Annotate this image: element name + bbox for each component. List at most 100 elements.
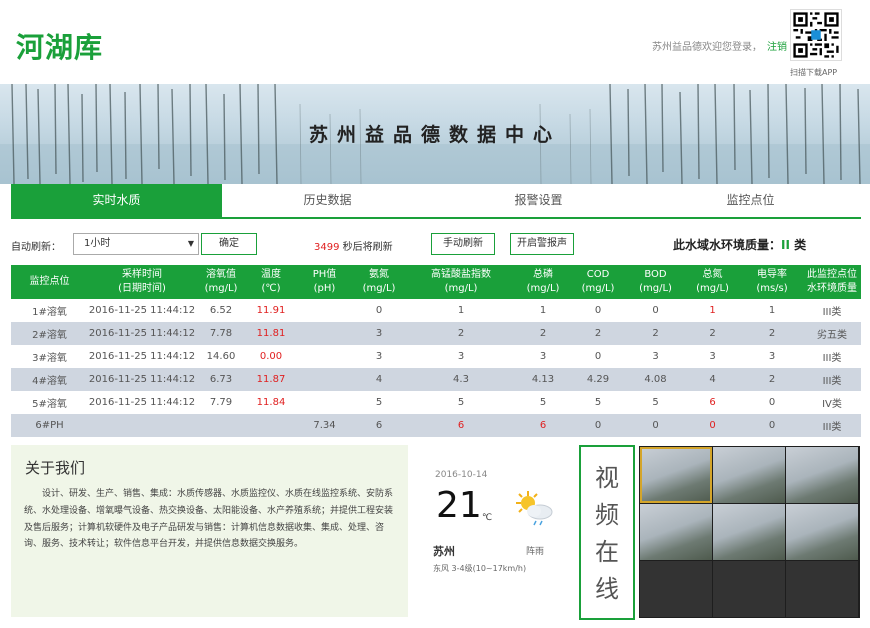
video-online-link[interactable]: 视 频 在 线 xyxy=(579,445,635,620)
weather-date: 2016-10-14 xyxy=(435,470,488,480)
table-cell: 6.73 xyxy=(196,368,246,391)
camera-feed[interactable] xyxy=(713,447,785,503)
table-cell: 劣五类 xyxy=(803,322,861,345)
header: 河湖库 苏州益品德欢迎您登录， 注销 扫描下载APP xyxy=(0,0,870,84)
table-cell: 5 xyxy=(569,391,627,414)
table-cell: 7.78 xyxy=(196,322,246,345)
qr-code-icon xyxy=(790,9,842,61)
table-cell: 1 xyxy=(741,299,803,322)
logout-link[interactable]: 注销 xyxy=(767,38,787,53)
table-cell: 4.13 xyxy=(517,368,569,391)
table-cell: 2 xyxy=(741,322,803,345)
column-header-title: 电导率 xyxy=(757,269,787,280)
empty-video-slot[interactable] xyxy=(640,561,712,617)
confirm-button[interactable]: 确定 xyxy=(201,233,257,255)
column-header: 总氮 (mg/L) xyxy=(684,265,741,299)
table-cell xyxy=(88,414,196,437)
table-row[interactable]: 4#溶氧 2016-11-25 11:44:12 6.73 11.87 4 4.3 4.13… xyxy=(11,368,861,391)
auto-refresh-label: 自动刷新： xyxy=(11,242,61,253)
enable-alarm-sound-button[interactable]: 开启警报声 xyxy=(510,233,574,255)
table-cell: 6 xyxy=(517,414,569,437)
table-cell: 0 xyxy=(684,414,741,437)
table-cell: 5 xyxy=(517,391,569,414)
column-header-title: 此监控点位 xyxy=(807,269,857,280)
table-cell: 0 xyxy=(741,391,803,414)
about-title: 关于我们 xyxy=(25,459,86,477)
weather-condition: 阵雨 xyxy=(526,547,545,557)
empty-video-slot[interactable] xyxy=(786,561,858,617)
table-cell: 1 xyxy=(405,299,517,322)
camera-feed[interactable] xyxy=(640,447,712,503)
column-header: 电导率 (ms/s) xyxy=(741,265,803,299)
table-cell: 2 xyxy=(741,368,803,391)
camera-feed[interactable] xyxy=(640,504,712,560)
table-cell: 3 xyxy=(741,345,803,368)
table-cell: 7.79 xyxy=(196,391,246,414)
table-cell: 3 xyxy=(353,345,405,368)
column-header-unit: (mg/L) xyxy=(696,283,729,294)
refresh-countdown: 3499 秒后将刷新 xyxy=(314,238,393,253)
table-row[interactable]: 1#溶氧 2016-11-25 11:44:12 6.52 11.91 0 1 1 0 0 1 1 I… xyxy=(11,299,861,322)
table-cell: 6#PH xyxy=(11,414,88,437)
table-cell: 4.3 xyxy=(405,368,517,391)
video-label-char: 线 xyxy=(595,575,619,603)
weather-city: 苏州 xyxy=(433,545,455,558)
table-cell: 4 xyxy=(684,368,741,391)
column-header-unit: (mg/L) xyxy=(639,283,672,294)
weather-widget: 2016-10-14 21 ℃ 苏州 阵雨 东风 3-4级(10~17km/h) xyxy=(420,445,570,617)
table-cell xyxy=(296,322,353,345)
table-cell xyxy=(196,414,246,437)
column-header-title: PH值 xyxy=(312,269,337,280)
table-cell: 4#溶氧 xyxy=(11,368,88,391)
manual-refresh-button[interactable]: 手动刷新 xyxy=(431,233,495,255)
table-cell: 0 xyxy=(569,414,627,437)
column-header-unit: (mg/L) xyxy=(362,283,396,294)
tab-alarm-settings[interactable]: 报警设置 xyxy=(433,184,644,217)
table-cell: 4 xyxy=(353,368,405,391)
refresh-interval-select[interactable]: 1小时 ▼ xyxy=(73,233,199,255)
empty-video-slot[interactable] xyxy=(713,561,785,617)
table-row[interactable]: 3#溶氧 2016-11-25 11:44:12 14.60 0.00 3 3 3 0 3 3 3 I… xyxy=(11,345,861,368)
table-cell xyxy=(296,299,353,322)
camera-feed[interactable] xyxy=(786,504,858,560)
table-cell: 1 xyxy=(684,299,741,322)
table-cell: 11.84 xyxy=(246,391,296,414)
logo[interactable]: 河湖库 xyxy=(16,26,103,66)
table-cell: III类 xyxy=(803,345,861,368)
table-row[interactable]: 5#溶氧 2016-11-25 11:44:12 7.79 11.84 5 5 5 5 5 6 0 I… xyxy=(11,391,861,414)
table-cell: 0 xyxy=(569,299,627,322)
table-cell: 4.29 xyxy=(569,368,627,391)
table-row[interactable]: 2#溶氧 2016-11-25 11:44:12 7.78 11.81 3 2 2 2 2 2 2 劣… xyxy=(11,322,861,345)
table-cell: 3 xyxy=(517,345,569,368)
tab-realtime-quality[interactable]: 实时水质 xyxy=(11,184,222,217)
camera-feed[interactable] xyxy=(786,447,858,503)
weather-wind: 东风 3-4级(10~17km/h) xyxy=(433,564,527,573)
table-cell: 6 xyxy=(405,414,517,437)
table-row[interactable]: 6#PH 7.34 6 6 6 0 0 0 0 III类 xyxy=(11,414,861,437)
quality-label: 此水域水环境质量： xyxy=(673,238,782,252)
column-header: PH值 (pH) xyxy=(296,265,353,299)
column-header-title: 氨氮 xyxy=(369,269,389,280)
table-cell xyxy=(296,345,353,368)
column-header: 高锰酸盐指数 (mg/L) xyxy=(405,265,517,299)
table-cell: 2016-11-25 11:44:12 xyxy=(88,368,196,391)
tab-monitoring-points[interactable]: 监控点位 xyxy=(645,184,856,217)
banner-title: 苏州益品德数据中心 xyxy=(308,124,561,146)
qr-caption: 扫描下载APP xyxy=(790,68,838,77)
column-header-unit: (℃) xyxy=(261,283,281,294)
tab-history-data[interactable]: 历史数据 xyxy=(222,184,433,217)
table-cell: 3 xyxy=(353,322,405,345)
sun-cloud-rain-icon xyxy=(516,491,553,526)
refresh-interval-value: 1小时 xyxy=(84,238,111,249)
table-cell: 11.91 xyxy=(246,299,296,322)
column-header-title: 温度 xyxy=(261,269,281,280)
table-cell: 0.00 xyxy=(246,345,296,368)
column-header-title: 监控点位 xyxy=(29,276,70,287)
about-section: 关于我们 设计、研发、生产、销售、集成：水质传感器、水质监控仪、水质在线监控系统… xyxy=(11,445,408,617)
camera-feed[interactable] xyxy=(713,504,785,560)
column-header-title: 溶氧值 xyxy=(206,269,236,280)
table-cell: 2#溶氧 xyxy=(11,322,88,345)
table-cell: 0 xyxy=(627,414,684,437)
quality-suffix: 类 xyxy=(789,238,807,252)
table-cell: 3 xyxy=(405,345,517,368)
